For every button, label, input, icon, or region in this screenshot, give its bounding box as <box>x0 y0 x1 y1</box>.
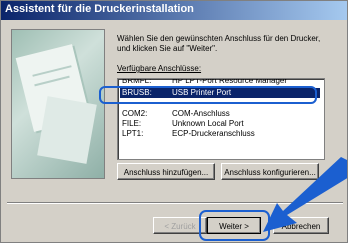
port-row[interactable]: LPT1: ECP-Druckeranschluss <box>122 129 318 139</box>
port-row[interactable]: COM2: COM-Anschluss <box>122 109 318 119</box>
configure-port-button[interactable]: Anschluss konfigurieren... <box>221 163 319 180</box>
printer-installation-wizard: Assistent für die Druckerinstallation Wä… <box>0 0 348 243</box>
window-title: Assistent für die Druckerinstallation <box>5 3 194 15</box>
port-name: COM2: <box>122 109 148 118</box>
port-name: LPT1: <box>122 129 144 138</box>
instruction-text: Wählen Sie den gewünschten Anschluss für… <box>117 34 321 53</box>
port-name: BRMFL: <box>122 78 152 85</box>
divider <box>7 202 343 204</box>
port-description: HP LPT-Port Resource Manager <box>172 78 288 85</box>
title-bar[interactable]: Assistent für die Druckerinstallation <box>1 1 347 20</box>
next-callout-highlight <box>199 210 270 241</box>
wizard-illustration <box>11 29 105 179</box>
selection-callout-highlight <box>99 86 317 104</box>
illustration-page <box>37 96 97 164</box>
port-row[interactable]: FILE: Unknown Local Port <box>122 119 318 129</box>
cancel-button[interactable]: Abbrechen <box>273 217 329 234</box>
port-name: FILE: <box>122 119 142 128</box>
available-ports-label: Verfügbare Anschlüsse: <box>117 64 202 73</box>
port-description: COM-Anschluss <box>172 109 230 118</box>
add-port-button[interactable]: Anschluss hinzufügen... <box>117 163 215 180</box>
port-description: ECP-Druckeranschluss <box>172 129 255 138</box>
port-row[interactable]: BRMFL: HP LPT-Port Resource Manager <box>122 78 318 86</box>
port-description: Unknown Local Port <box>172 119 244 128</box>
